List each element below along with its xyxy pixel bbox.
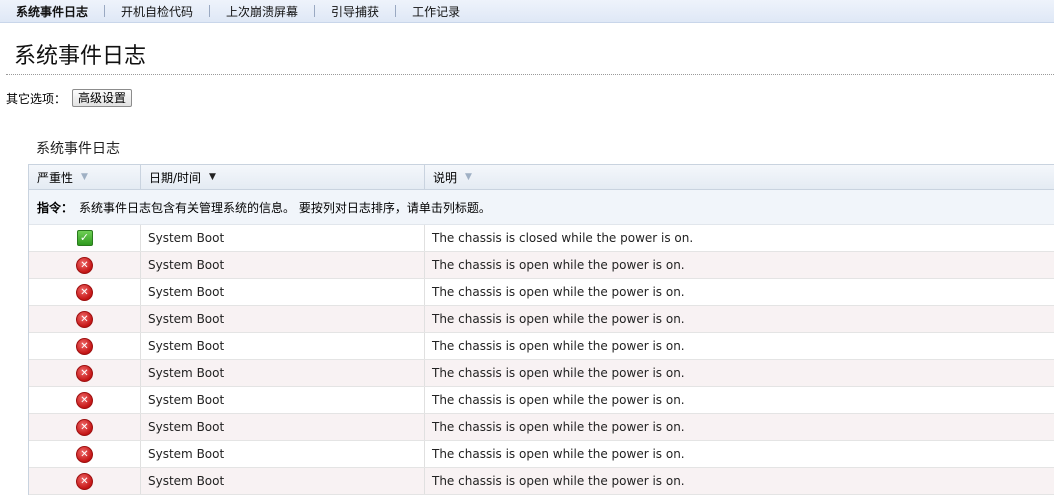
description-cell: The chassis is open while the power is o… [425, 252, 1054, 278]
table-body: ✓ System Boot The chassis is closed whil… [29, 225, 1054, 495]
column-header-label: 日期/时间 [149, 170, 202, 185]
datetime-cell: System Boot [141, 306, 425, 332]
description-cell: The chassis is open while the power is o… [425, 360, 1054, 386]
status-ok-icon: ✓ [76, 230, 93, 246]
sort-desc-icon: ▼ [209, 172, 216, 182]
status-critical-icon: ✕ [76, 445, 93, 463]
tab-boot-capture[interactable]: 引导捕获 [315, 3, 395, 20]
severity-cell: ✕ [29, 360, 141, 386]
column-header-datetime[interactable]: 日期/时间 ▼ [141, 165, 425, 189]
table-row[interactable]: ✕ System Boot The chassis is open while … [29, 360, 1054, 387]
other-options-label: 其它选项： [6, 91, 67, 106]
instructions-label: 指令： [37, 200, 74, 215]
severity-cell: ✕ [29, 387, 141, 413]
table-row[interactable]: ✕ System Boot The chassis is open while … [29, 333, 1054, 360]
severity-cell: ✕ [29, 441, 141, 467]
instructions-row: 指令： 系统事件日志包含有关管理系统的信息。 要按列对日志排序，请单击列标题。 [29, 190, 1054, 225]
description-cell: The chassis is open while the power is o… [425, 441, 1054, 467]
description-cell: The chassis is closed while the power is… [425, 225, 1054, 251]
status-critical-icon: ✕ [76, 256, 93, 274]
tab-system-event-log[interactable]: 系统事件日志 [0, 3, 104, 20]
section-title: 系统事件日志 [36, 141, 120, 157]
datetime-cell: System Boot [141, 252, 425, 278]
table-header: 严重性 ▼ 日期/时间 ▼ 说明 ▼ [29, 165, 1054, 190]
description-cell: The chassis is open while the power is o… [425, 279, 1054, 305]
advanced-settings-button[interactable]: 高级设置 [72, 89, 133, 107]
table-row[interactable]: ✕ System Boot The chassis is open while … [29, 468, 1054, 495]
tab-last-crash-screen[interactable]: 上次崩溃屏幕 [210, 3, 314, 20]
status-critical-icon: ✕ [76, 364, 93, 382]
description-cell: The chassis is open while the power is o… [425, 333, 1054, 359]
severity-cell: ✕ [29, 252, 141, 278]
severity-cell: ✕ [29, 279, 141, 305]
severity-cell: ✕ [29, 306, 141, 332]
datetime-cell: System Boot [141, 333, 425, 359]
datetime-cell: System Boot [141, 279, 425, 305]
table-row[interactable]: ✕ System Boot The chassis is open while … [29, 414, 1054, 441]
sort-arrow-icon: ▼ [81, 172, 88, 182]
datetime-cell: System Boot [141, 414, 425, 440]
sort-arrow-icon: ▼ [465, 172, 472, 182]
instructions-text: 系统事件日志包含有关管理系统的信息。 要按列对日志排序，请单击列标题。 [79, 200, 491, 215]
description-cell: The chassis is open while the power is o… [425, 387, 1054, 413]
datetime-cell: System Boot [141, 387, 425, 413]
other-options: 其它选项： 高级设置 [6, 88, 133, 108]
datetime-cell: System Boot [141, 441, 425, 467]
status-critical-icon: ✕ [76, 472, 93, 490]
column-header-label: 说明 [433, 170, 458, 185]
title-divider [6, 74, 1054, 75]
table-row[interactable]: ✕ System Boot The chassis is open while … [29, 279, 1054, 306]
status-critical-icon: ✕ [76, 310, 93, 328]
description-cell: The chassis is open while the power is o… [425, 306, 1054, 332]
description-cell: The chassis is open while the power is o… [425, 414, 1054, 440]
event-log-table: 严重性 ▼ 日期/时间 ▼ 说明 ▼ 指令： 系统事件日志包含有关管理系统的信息… [28, 164, 1054, 495]
table-row[interactable]: ✕ System Boot The chassis is open while … [29, 252, 1054, 279]
tab-bar: 系统事件日志 开机自检代码 上次崩溃屏幕 引导捕获 工作记录 [0, 0, 1054, 23]
status-critical-icon: ✕ [76, 337, 93, 355]
status-critical-icon: ✕ [76, 283, 93, 301]
tab-post-code[interactable]: 开机自检代码 [105, 3, 209, 20]
description-cell: The chassis is open while the power is o… [425, 468, 1054, 494]
table-row[interactable]: ✓ System Boot The chassis is closed whil… [29, 225, 1054, 252]
table-row[interactable]: ✕ System Boot The chassis is open while … [29, 306, 1054, 333]
severity-cell: ✕ [29, 333, 141, 359]
datetime-cell: System Boot [141, 225, 425, 251]
datetime-cell: System Boot [141, 468, 425, 494]
page-title: 系统事件日志 [14, 44, 147, 69]
status-critical-icon: ✕ [76, 418, 93, 436]
tab-work-notes[interactable]: 工作记录 [396, 3, 476, 20]
column-header-description[interactable]: 说明 ▼ [425, 165, 1054, 189]
table-row[interactable]: ✕ System Boot The chassis is open while … [29, 441, 1054, 468]
table-row[interactable]: ✕ System Boot The chassis is open while … [29, 387, 1054, 414]
severity-cell: ✕ [29, 468, 141, 494]
severity-cell: ✕ [29, 414, 141, 440]
column-header-label: 严重性 [37, 170, 74, 185]
status-critical-icon: ✕ [76, 391, 93, 409]
datetime-cell: System Boot [141, 360, 425, 386]
severity-cell: ✓ [29, 225, 141, 251]
column-header-severity[interactable]: 严重性 ▼ [29, 165, 141, 189]
